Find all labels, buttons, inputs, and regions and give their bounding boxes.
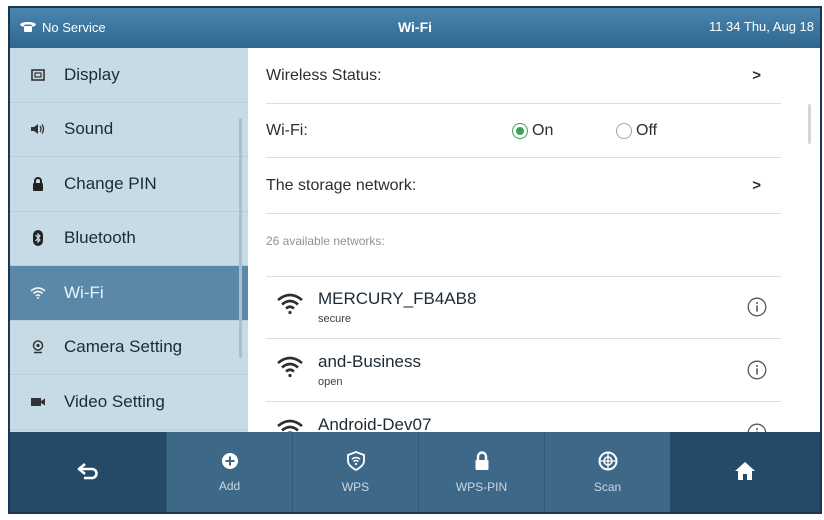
network-security: open — [318, 376, 343, 388]
wps-shield-icon — [346, 450, 365, 474]
info-icon[interactable] — [747, 360, 767, 385]
bluetooth-icon — [26, 230, 50, 247]
wifi-toggle-row: Wi-Fi: On Off — [266, 104, 781, 158]
add-button[interactable]: Add — [166, 432, 292, 512]
wps-pin-button[interactable]: WPS-PIN — [418, 432, 544, 512]
wifi-off-label: Off — [636, 121, 658, 139]
video-icon — [26, 396, 50, 408]
chevron-right-icon: > — [752, 67, 761, 84]
network-ssid: Android-Dev07 — [318, 415, 432, 432]
info-icon[interactable] — [747, 297, 767, 322]
display-icon — [26, 68, 50, 81]
chevron-right-icon: > — [752, 177, 761, 194]
home-icon — [734, 461, 756, 484]
sidebar: Display Sound Change PIN Bluetooth Wi-Fi — [10, 48, 248, 432]
wifi-off-radio[interactable]: Off — [616, 122, 657, 140]
speaker-icon — [26, 123, 50, 135]
sidebar-item-camera-setting[interactable]: Camera Setting — [10, 321, 248, 375]
sidebar-item-label: Camera Setting — [64, 337, 183, 357]
sidebar-item-bluetooth[interactable]: Bluetooth — [10, 212, 248, 266]
sidebar-item-change-pin[interactable]: Change PIN — [10, 157, 248, 212]
sidebar-item-label: Change PIN — [64, 173, 157, 193]
back-button[interactable] — [10, 432, 166, 512]
network-ssid: and-Business — [318, 352, 422, 371]
available-networks-heading: 26 available networks: — [266, 234, 385, 248]
wifi-on-radio[interactable]: On — [512, 122, 553, 140]
add-label: Add — [218, 478, 241, 493]
sidebar-item-label: Wi-Fi — [64, 282, 104, 302]
sidebar-item-label: Sound — [64, 119, 114, 139]
back-arrow-icon — [77, 462, 99, 483]
sidebar-item-label: Display — [64, 64, 120, 84]
sidebar-item-display[interactable]: Display — [10, 48, 248, 103]
network-item[interactable]: and-Business open — [266, 340, 781, 402]
sidebar-item-label: Bluetooth — [64, 228, 136, 248]
storage-network-row[interactable]: The storage network: > — [266, 158, 781, 214]
sidebar-item-video-setting[interactable]: Video Setting — [10, 375, 248, 430]
add-icon — [221, 452, 239, 473]
wireless-status-label: Wireless Status: — [266, 66, 382, 84]
main-scrollbar[interactable] — [808, 104, 811, 144]
radio-selected-icon — [512, 122, 528, 139]
network-security: secure — [318, 313, 352, 325]
wps-label: WPS — [341, 479, 370, 494]
wps-button[interactable]: WPS — [292, 432, 418, 512]
wifi-signal-icon — [276, 419, 304, 432]
home-button[interactable] — [670, 432, 820, 512]
wifi-settings-panel: Wireless Status: > Wi-Fi: On Off The sto… — [248, 48, 820, 432]
radio-unselected-icon — [616, 122, 632, 139]
wifi-icon — [26, 286, 50, 299]
device-screen: No Service Wi-Fi 11 34 Thu, Aug 18 Displ… — [8, 6, 822, 514]
info-icon[interactable] — [747, 423, 767, 432]
scan-button[interactable]: Scan — [544, 432, 670, 512]
wifi-signal-icon — [276, 356, 304, 383]
wireless-status-row[interactable]: Wireless Status: > — [266, 48, 781, 104]
wps-pin-label: WPS-PIN — [455, 479, 508, 494]
storage-network-label: The storage network: — [266, 176, 417, 194]
datetime: 11 34 Thu, Aug 18 — [708, 19, 814, 34]
network-item[interactable]: Android-Dev07 — [266, 403, 781, 432]
wifi-on-label: On — [532, 121, 554, 139]
camera-icon — [26, 340, 50, 354]
network-ssid: MERCURY_FB4AB8 — [318, 289, 477, 308]
wifi-signal-icon — [276, 293, 304, 320]
network-item[interactable]: MERCURY_FB4AB8 secure — [266, 277, 781, 339]
status-bar: No Service Wi-Fi 11 34 Thu, Aug 18 — [10, 8, 820, 48]
sidebar-scrollbar[interactable] — [239, 118, 242, 358]
sidebar-item-label: Video Setting — [64, 391, 165, 411]
lock-icon — [26, 176, 50, 191]
sidebar-item-sound[interactable]: Sound — [10, 103, 248, 157]
softkey-bar: Add WPS WPS-PIN Scan — [10, 432, 820, 512]
scan-globe-icon — [598, 451, 618, 474]
wifi-label: Wi-Fi: — [266, 121, 308, 139]
page-title: Wi-Fi — [397, 19, 433, 35]
lock-icon — [474, 450, 490, 474]
sidebar-item-wifi[interactable]: Wi-Fi — [10, 266, 248, 321]
scan-label: Scan — [593, 479, 622, 494]
